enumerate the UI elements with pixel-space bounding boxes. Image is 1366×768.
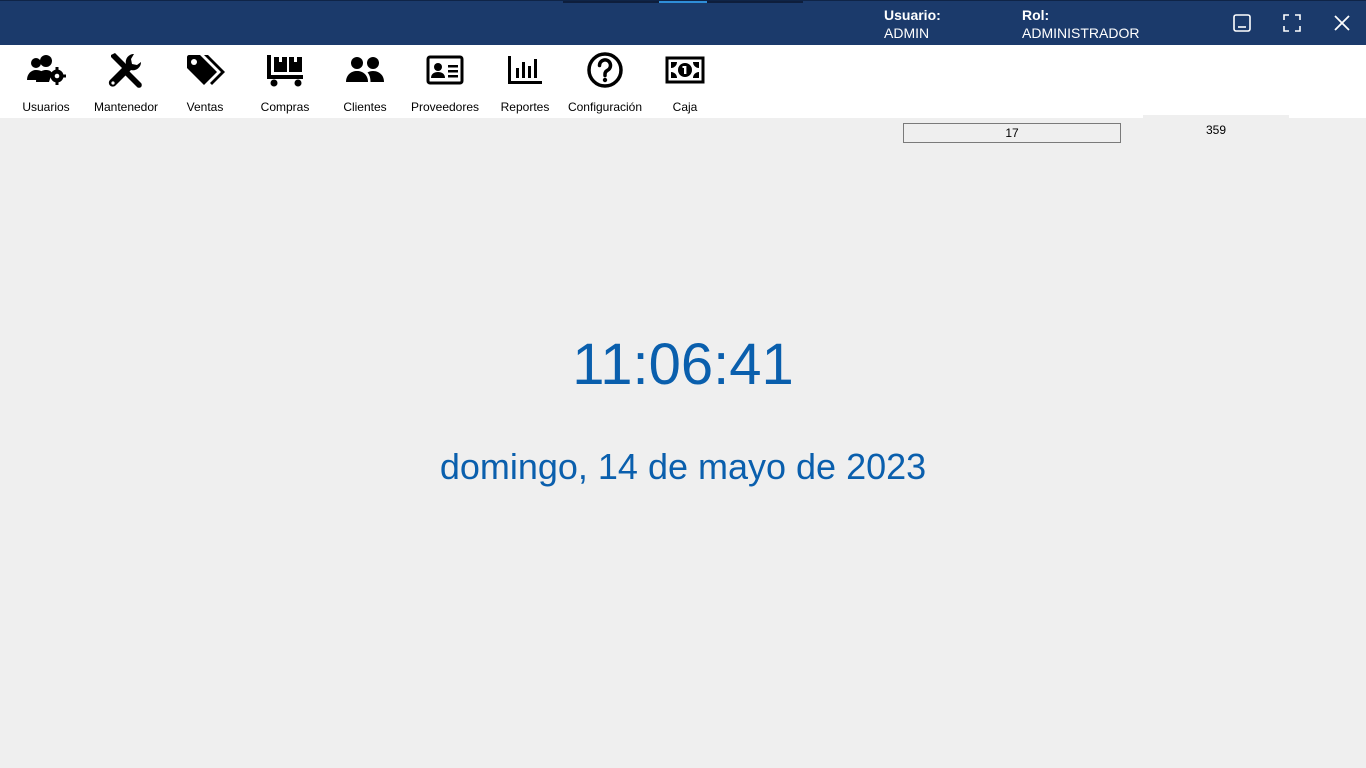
user-label: Usuario: [884, 7, 941, 23]
tab-indicator [707, 1, 803, 3]
dolly-icon [245, 51, 325, 89]
toolbar-item-configuracion[interactable]: Configuración [565, 45, 645, 118]
toolbar-item-reportes[interactable]: Reportes [485, 45, 565, 118]
bar-chart-icon [485, 51, 565, 89]
counter-field-2: 359 [1143, 115, 1289, 146]
minimize-button[interactable] [1228, 9, 1256, 37]
clock-time: 11:06:41 [572, 332, 794, 397]
user-group-icon [325, 51, 405, 89]
toolbar-item-label: Caja [672, 100, 698, 114]
id-card-icon [405, 51, 485, 89]
close-button[interactable] [1328, 9, 1356, 37]
counter-field-1: 17 [903, 123, 1121, 143]
toolbar-item-caja[interactable]: Caja [645, 45, 725, 118]
toolbar: Usuarios Mantenedor Ventas Compras Clien… [0, 45, 1366, 146]
tags-icon [165, 51, 245, 89]
clock-date: domingo, 14 de mayo de 2023 [439, 446, 927, 487]
role-label: Rol: [1022, 7, 1050, 23]
main-window: Usuario: ADMIN Rol: ADMINISTRADOR Usuari… [0, 0, 1366, 768]
user-value: ADMIN [884, 25, 930, 41]
toolbar-item-ventas[interactable]: Ventas [165, 45, 245, 118]
users-gear-icon [6, 51, 86, 89]
tab-indicator [563, 1, 659, 3]
close-icon [1334, 15, 1350, 31]
money-bill-icon [645, 51, 725, 89]
question-circle-icon [565, 51, 645, 89]
role-value: ADMINISTRADOR [1022, 25, 1140, 41]
toolbar-item-clientes[interactable]: Clientes [325, 45, 405, 118]
toolbar-item-proveedores[interactable]: Proveedores [405, 45, 485, 118]
maximize-button[interactable] [1278, 9, 1306, 37]
title-bar: Usuario: ADMIN Rol: ADMINISTRADOR [0, 0, 1366, 45]
toolbar-item-compras[interactable]: Compras [245, 45, 325, 118]
toolbar-item-mantenedor[interactable]: Mantenedor [86, 45, 166, 118]
toolbar-item-usuarios[interactable]: Usuarios [6, 45, 86, 118]
minimize-icon [1233, 14, 1251, 32]
user-info: Usuario: ADMIN [884, 6, 941, 42]
role-info: Rol: ADMINISTRADOR [1022, 6, 1139, 42]
maximize-icon [1283, 14, 1301, 32]
tab-indicator-active [659, 1, 707, 3]
tools-icon [86, 51, 166, 89]
